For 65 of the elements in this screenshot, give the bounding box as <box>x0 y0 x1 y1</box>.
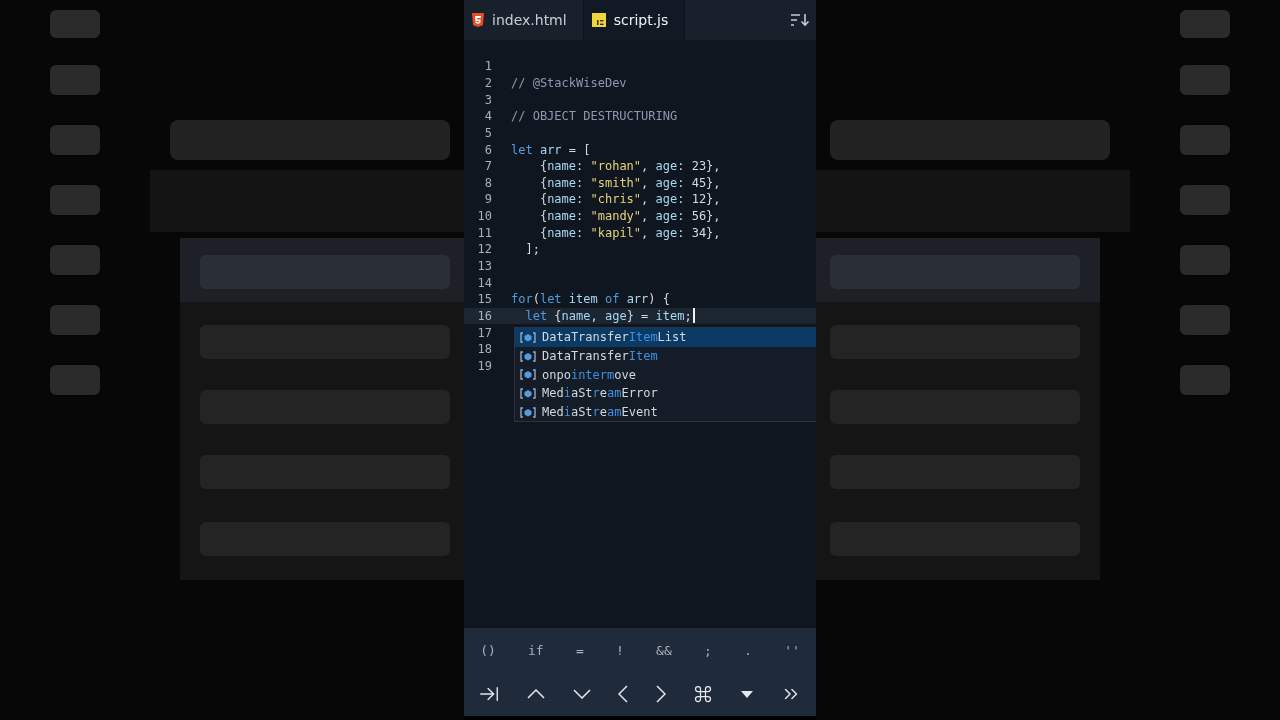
suggestion-item[interactable]: MediaStreamEvent <box>515 402 816 422</box>
line-number: 6 <box>483 142 492 157</box>
line-number: 7 <box>483 159 492 174</box>
suggestion-text: MediaStreamEvent <box>542 405 658 420</box>
line-number: 3 <box>483 92 492 107</box>
chevron-up-icon <box>527 689 546 699</box>
line-number: 19 <box>476 358 492 373</box>
line-number: 4 <box>483 109 492 124</box>
symbol-key[interactable]: && <box>650 638 678 662</box>
symbol-icon <box>520 387 536 399</box>
line-number: 15 <box>476 292 492 307</box>
symbol-key[interactable]: = <box>569 638 590 662</box>
tab-label: index.html <box>492 12 567 28</box>
suggestion-text: DataTransferItemList <box>542 330 687 345</box>
symbol-key[interactable]: '' <box>778 638 806 662</box>
line-number: 17 <box>476 325 492 340</box>
chevron-down-icon <box>572 689 591 699</box>
symbol-key[interactable]: () <box>474 638 502 662</box>
code-line: {name: "chris", age: 12}, <box>538 192 721 207</box>
code-line: ]; <box>524 242 540 257</box>
code-line: {name: "rohan", age: 23}, <box>538 159 721 174</box>
line-number: 18 <box>476 342 492 357</box>
symbol-icon <box>520 331 536 343</box>
suggestion-text: DataTransferItem <box>542 349 658 364</box>
line-number: 9 <box>483 192 492 207</box>
line-number: 10 <box>476 209 492 224</box>
symbol-icon <box>520 350 536 362</box>
line-number: 13 <box>476 259 492 273</box>
line-number: 2 <box>483 75 492 90</box>
suggestion-item[interactable]: MediaStreamError <box>515 384 816 403</box>
line-number: 8 <box>483 175 492 190</box>
code-line: let {name, age} = item; <box>524 308 692 323</box>
symbol-key[interactable]: ! <box>610 638 630 662</box>
code-line: {name: "mandy", age: 56}, <box>538 209 721 224</box>
code-line: for(let item of arr) { <box>511 292 670 307</box>
suggestion-text: MediaStreamError <box>542 386 658 401</box>
line-number: 5 <box>483 125 492 140</box>
html-file-icon <box>472 13 484 27</box>
chevron-left-icon <box>618 685 629 703</box>
line-number: 1 <box>483 59 492 74</box>
code-line: // @StackWiseDev <box>511 75 627 90</box>
symbol-key[interactable]: . <box>738 638 758 662</box>
tab-label: script.js <box>613 12 669 28</box>
chevron-right-icon <box>655 685 666 703</box>
code-line: {name: "kapil", age: 34}, <box>538 225 721 240</box>
command-icon <box>693 684 714 704</box>
symbol-icon <box>520 406 536 418</box>
line-number: 12 <box>476 242 492 257</box>
code-line: // OBJECT DESTRUCTURING <box>511 109 678 124</box>
file-tab[interactable]: script.js <box>583 0 686 40</box>
suggestion-item[interactable]: DataTransferItem <box>515 346 816 366</box>
code-line: let arr = [ <box>511 142 591 157</box>
symbol-key[interactable]: if <box>522 638 550 662</box>
suggestion-text: onpointermove <box>542 367 636 382</box>
symbol-icon <box>520 369 536 381</box>
symbol-key[interactable]: ; <box>698 638 718 662</box>
suggestion-item[interactable]: DataTransferItemList <box>515 328 816 347</box>
js-file-icon <box>591 13 606 27</box>
line-number: 14 <box>476 275 492 290</box>
caret-down-icon <box>740 690 753 698</box>
sort-icon[interactable] <box>790 12 810 28</box>
line-number: 11 <box>476 225 492 240</box>
line-number: 16 <box>476 308 492 323</box>
code-line: {name: "smith", age: 45}, <box>538 175 721 190</box>
suggestion-item[interactable]: onpointermove <box>515 365 816 385</box>
